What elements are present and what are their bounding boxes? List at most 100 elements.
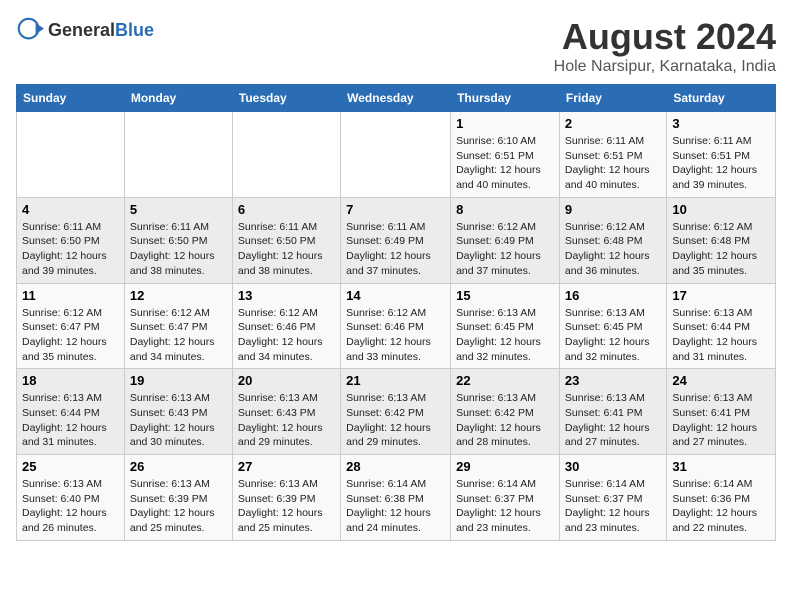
day-number: 20 (238, 373, 335, 388)
day-info: Sunrise: 6:11 AMSunset: 6:49 PMDaylight:… (346, 220, 445, 279)
calendar-header: SundayMondayTuesdayWednesdayThursdayFrid… (17, 85, 776, 112)
day-number: 3 (672, 116, 770, 131)
day-number: 25 (22, 459, 119, 474)
week-row-3: 11 Sunrise: 6:12 AMSunset: 6:47 PMDayligh… (17, 283, 776, 369)
day-info: Sunrise: 6:13 AMSunset: 6:45 PMDaylight:… (565, 306, 661, 365)
day-info: Sunrise: 6:13 AMSunset: 6:44 PMDaylight:… (22, 391, 119, 450)
day-cell: 26Sunrise: 6:13 AMSunset: 6:39 PMDayligh… (124, 455, 232, 541)
day-cell: 23Sunrise: 6:13 AMSunset: 6:41 PMDayligh… (559, 369, 666, 455)
day-cell: 7 Sunrise: 6:11 AMSunset: 6:49 PMDaylight… (341, 197, 451, 283)
day-info: Sunrise: 6:12 AMSunset: 6:49 PMDaylight:… (456, 220, 554, 279)
day-cell: 22 Sunrise: 6:13 AMSunset: 6:42 PMDayligh… (451, 369, 560, 455)
day-info: Sunrise: 6:11 AMSunset: 6:50 PMDaylight:… (130, 220, 227, 279)
day-number: 22 (456, 373, 554, 388)
column-header-friday: Friday (559, 85, 666, 112)
day-info: Sunrise: 6:10 AMSunset: 6:51 PMDaylight:… (456, 134, 554, 193)
day-number: 5 (130, 202, 227, 217)
day-number: 17 (672, 288, 770, 303)
day-info: Sunrise: 6:14 AMSunset: 6:36 PMDaylight:… (672, 477, 770, 536)
day-cell (17, 112, 125, 198)
day-cell: 21 Sunrise: 6:13 AMSunset: 6:42 PMDayligh… (341, 369, 451, 455)
day-cell (232, 112, 340, 198)
day-cell: 16 Sunrise: 6:13 AMSunset: 6:45 PMDayligh… (559, 283, 666, 369)
calendar-body: 1Sunrise: 6:10 AMSunset: 6:51 PMDaylight… (17, 112, 776, 541)
logo: GeneralBlue (16, 16, 154, 44)
day-info: Sunrise: 6:13 AMSunset: 6:43 PMDaylight:… (130, 391, 227, 450)
day-number: 13 (238, 288, 335, 303)
day-number: 10 (672, 202, 770, 217)
day-cell: 29Sunrise: 6:14 AMSunset: 6:37 PMDayligh… (451, 455, 560, 541)
day-cell: 24 Sunrise: 6:13 AMSunset: 6:41 PMDayligh… (667, 369, 776, 455)
day-info: Sunrise: 6:13 AMSunset: 6:42 PMDaylight:… (456, 391, 554, 450)
day-number: 11 (22, 288, 119, 303)
day-cell: 8 Sunrise: 6:12 AMSunset: 6:49 PMDaylight… (451, 197, 560, 283)
title-area: August 2024 Hole Narsipur, Karnataka, In… (554, 16, 776, 76)
day-cell: 10 Sunrise: 6:12 AMSunset: 6:48 PMDayligh… (667, 197, 776, 283)
day-info: Sunrise: 6:12 AMSunset: 6:46 PMDaylight:… (346, 306, 445, 365)
column-header-thursday: Thursday (451, 85, 560, 112)
logo-general: General (48, 20, 115, 40)
day-number: 9 (565, 202, 661, 217)
day-cell: 28Sunrise: 6:14 AMSunset: 6:38 PMDayligh… (341, 455, 451, 541)
day-cell: 11 Sunrise: 6:12 AMSunset: 6:47 PMDayligh… (17, 283, 125, 369)
day-cell (124, 112, 232, 198)
day-number: 15 (456, 288, 554, 303)
day-number: 31 (672, 459, 770, 474)
day-cell: 5 Sunrise: 6:11 AMSunset: 6:50 PMDaylight… (124, 197, 232, 283)
day-cell: 6Sunrise: 6:11 AMSunset: 6:50 PMDaylight… (232, 197, 340, 283)
day-cell: 30Sunrise: 6:14 AMSunset: 6:37 PMDayligh… (559, 455, 666, 541)
day-info: Sunrise: 6:13 AMSunset: 6:40 PMDaylight:… (22, 477, 119, 536)
day-cell (341, 112, 451, 198)
day-number: 8 (456, 202, 554, 217)
day-number: 27 (238, 459, 335, 474)
week-row-4: 18 Sunrise: 6:13 AMSunset: 6:44 PMDayligh… (17, 369, 776, 455)
day-info: Sunrise: 6:12 AMSunset: 6:47 PMDaylight:… (22, 306, 119, 365)
day-number: 12 (130, 288, 227, 303)
day-number: 21 (346, 373, 445, 388)
day-info: Sunrise: 6:13 AMSunset: 6:44 PMDaylight:… (672, 306, 770, 365)
column-header-monday: Monday (124, 85, 232, 112)
column-header-saturday: Saturday (667, 85, 776, 112)
day-info: Sunrise: 6:13 AMSunset: 6:39 PMDaylight:… (238, 477, 335, 536)
day-number: 24 (672, 373, 770, 388)
day-cell: 18 Sunrise: 6:13 AMSunset: 6:44 PMDayligh… (17, 369, 125, 455)
day-info: Sunrise: 6:13 AMSunset: 6:39 PMDaylight:… (130, 477, 227, 536)
day-info: Sunrise: 6:12 AMSunset: 6:47 PMDaylight:… (130, 306, 227, 365)
column-header-wednesday: Wednesday (341, 85, 451, 112)
day-cell: 14Sunrise: 6:12 AMSunset: 6:46 PMDayligh… (341, 283, 451, 369)
day-cell: 15 Sunrise: 6:13 AMSunset: 6:45 PMDayligh… (451, 283, 560, 369)
day-number: 16 (565, 288, 661, 303)
day-number: 19 (130, 373, 227, 388)
column-header-tuesday: Tuesday (232, 85, 340, 112)
day-cell: 3 Sunrise: 6:11 AMSunset: 6:51 PMDaylight… (667, 112, 776, 198)
day-info: Sunrise: 6:11 AMSunset: 6:50 PMDaylight:… (238, 220, 335, 279)
day-info: Sunrise: 6:13 AMSunset: 6:42 PMDaylight:… (346, 391, 445, 450)
day-cell: 25 Sunrise: 6:13 AMSunset: 6:40 PMDayligh… (17, 455, 125, 541)
day-cell: 20 Sunrise: 6:13 AMSunset: 6:43 PMDayligh… (232, 369, 340, 455)
day-cell: 9Sunrise: 6:12 AMSunset: 6:48 PMDaylight… (559, 197, 666, 283)
day-number: 18 (22, 373, 119, 388)
day-number: 30 (565, 459, 661, 474)
day-info: Sunrise: 6:13 AMSunset: 6:43 PMDaylight:… (238, 391, 335, 450)
month-title: August 2024 (554, 16, 776, 58)
week-row-1: 1Sunrise: 6:10 AMSunset: 6:51 PMDaylight… (17, 112, 776, 198)
day-info: Sunrise: 6:13 AMSunset: 6:41 PMDaylight:… (672, 391, 770, 450)
day-cell: 2Sunrise: 6:11 AMSunset: 6:51 PMDaylight… (559, 112, 666, 198)
day-info: Sunrise: 6:14 AMSunset: 6:38 PMDaylight:… (346, 477, 445, 536)
day-info: Sunrise: 6:11 AMSunset: 6:50 PMDaylight:… (22, 220, 119, 279)
location-title: Hole Narsipur, Karnataka, India (554, 58, 776, 76)
day-info: Sunrise: 6:13 AMSunset: 6:41 PMDaylight:… (565, 391, 661, 450)
day-cell: 4Sunrise: 6:11 AMSunset: 6:50 PMDaylight… (17, 197, 125, 283)
day-info: Sunrise: 6:13 AMSunset: 6:45 PMDaylight:… (456, 306, 554, 365)
day-info: Sunrise: 6:14 AMSunset: 6:37 PMDaylight:… (456, 477, 554, 536)
week-row-5: 25 Sunrise: 6:13 AMSunset: 6:40 PMDayligh… (17, 455, 776, 541)
day-cell: 12 Sunrise: 6:12 AMSunset: 6:47 PMDayligh… (124, 283, 232, 369)
day-cell: 1Sunrise: 6:10 AMSunset: 6:51 PMDaylight… (451, 112, 560, 198)
header: GeneralBlue August 2024 Hole Narsipur, K… (16, 16, 776, 76)
week-row-2: 4Sunrise: 6:11 AMSunset: 6:50 PMDaylight… (17, 197, 776, 283)
day-info: Sunrise: 6:12 AMSunset: 6:48 PMDaylight:… (672, 220, 770, 279)
column-header-sunday: Sunday (17, 85, 125, 112)
day-number: 7 (346, 202, 445, 217)
day-cell: 27 Sunrise: 6:13 AMSunset: 6:39 PMDayligh… (232, 455, 340, 541)
day-info: Sunrise: 6:11 AMSunset: 6:51 PMDaylight:… (672, 134, 770, 193)
